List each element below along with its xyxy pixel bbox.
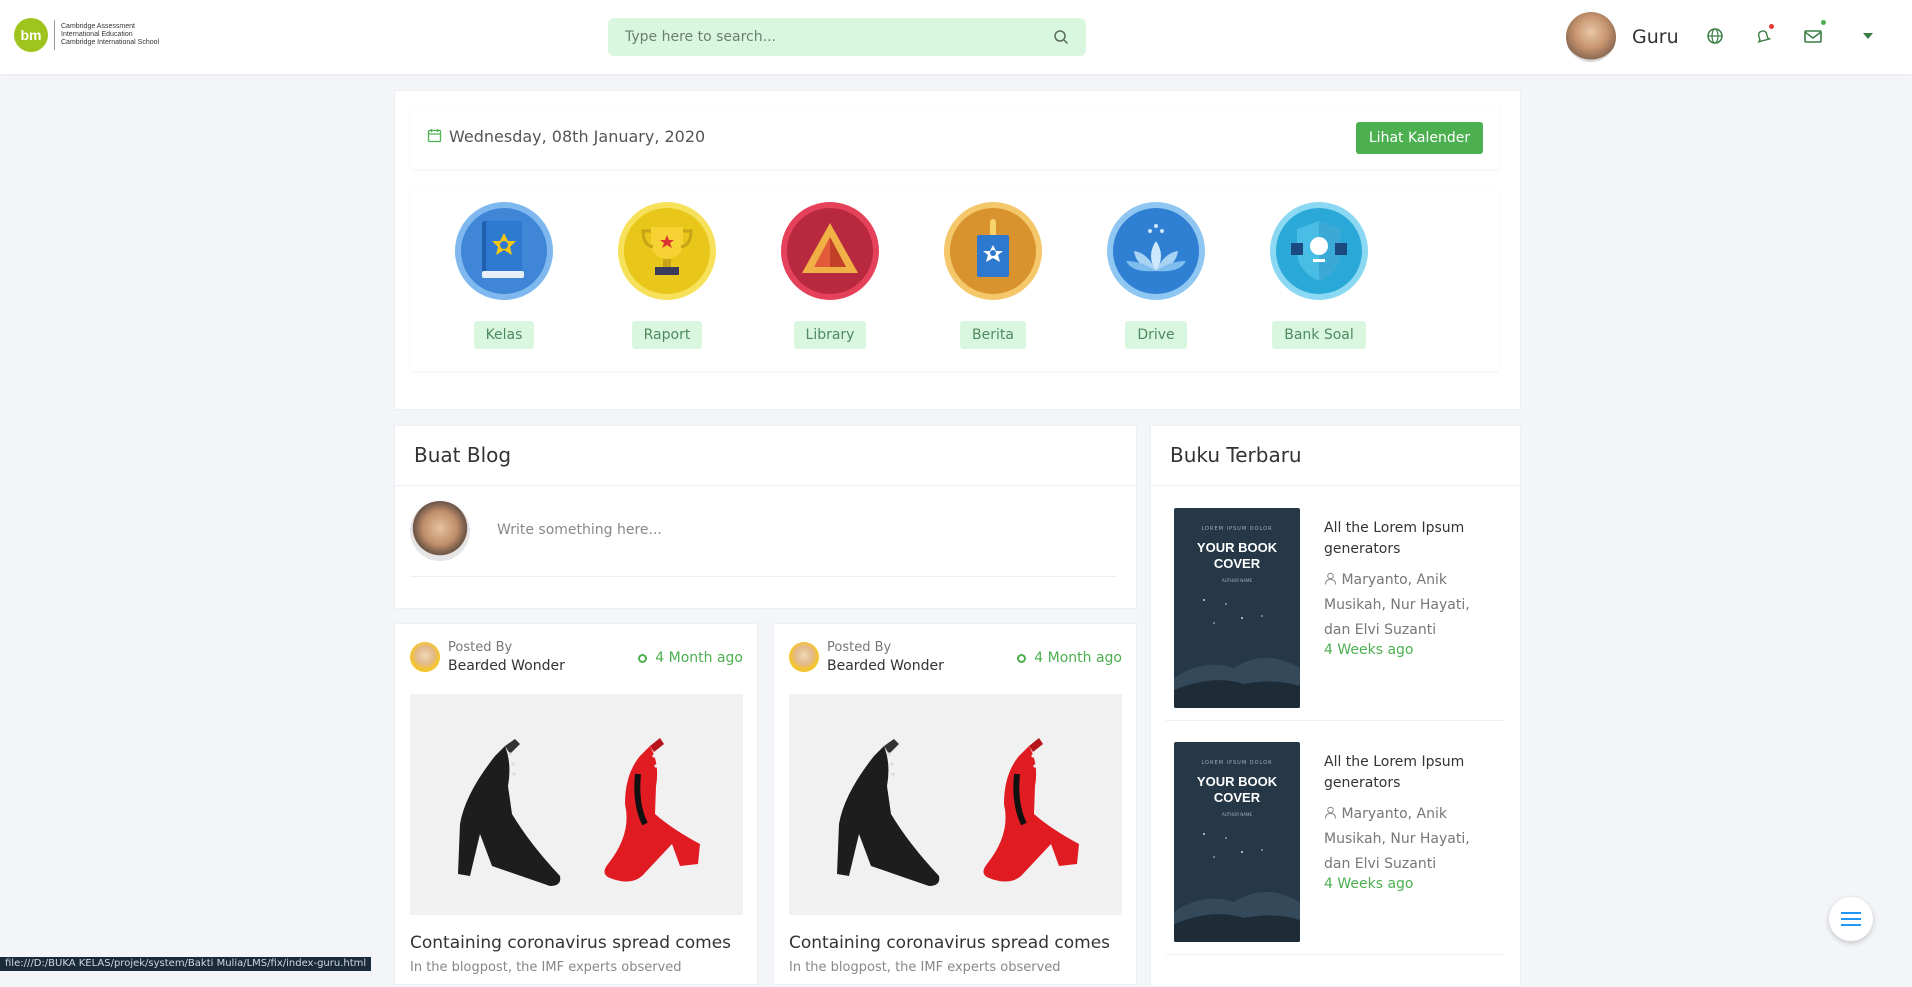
divider	[410, 576, 1116, 577]
user-icon	[1325, 572, 1336, 585]
app-drive[interactable]: Drive	[1096, 201, 1216, 349]
globe-icon[interactable]	[1703, 24, 1727, 48]
app-label-drive[interactable]: Drive	[1125, 321, 1187, 349]
view-calendar-button[interactable]: Lihat Kalender	[1356, 122, 1483, 154]
post-author[interactable]: Bearded Wonder	[448, 658, 565, 674]
app-label-kelas[interactable]: Kelas	[473, 321, 535, 349]
bell-icon[interactable]	[1751, 24, 1775, 48]
user-name[interactable]: Guru	[1632, 26, 1679, 48]
post-title[interactable]: Containing coronavirus spread comes	[410, 933, 731, 953]
post-title[interactable]: Containing coronavirus spread comes	[789, 933, 1110, 953]
book-time: 4 Weeks ago	[1324, 642, 1414, 658]
author-avatar	[789, 642, 819, 672]
blog-post-input[interactable]	[495, 521, 1099, 539]
logo-mark: bm	[14, 18, 48, 52]
app-berita[interactable]: Berita	[933, 201, 1053, 349]
books-card-title: Buku Terbaru	[1170, 443, 1302, 467]
divider	[395, 485, 1136, 486]
book-cover[interactable]: LOREM IPSUM DOLOR YOUR BOOK COVER AUTHOR…	[1174, 508, 1300, 708]
date-row: Wednesday, 08th January, 2020 Lihat Kale…	[411, 107, 1499, 169]
shield-icon	[1270, 202, 1368, 300]
cover-art	[1174, 599, 1300, 708]
blog-user-avatar	[410, 501, 470, 561]
chevron-down-icon[interactable]	[1856, 24, 1880, 48]
hamburger-icon	[1841, 912, 1861, 926]
search-input[interactable]	[623, 28, 1050, 46]
badge-icon	[944, 202, 1042, 300]
book-authors: Maryanto, Anik Musikah, Nur Hayati, dan …	[1324, 568, 1484, 643]
browser-status-bar: file:///D:/BUKA KELAS/projek/system/Bakt…	[0, 957, 372, 971]
search-bar	[608, 18, 1086, 56]
top-navbar: bm Cambridge Assessment International Ed…	[0, 0, 1912, 74]
create-blog-card: Buat Blog	[394, 425, 1137, 609]
app-kelas[interactable]: Kelas	[444, 201, 564, 349]
book-authors-text: Maryanto, Anik Musikah, Nur Hayati, dan …	[1324, 572, 1470, 638]
mail-icon[interactable]	[1801, 20, 1826, 48]
user-icon	[1325, 806, 1336, 819]
posted-by-label: Posted By	[827, 640, 892, 655]
author-avatar	[410, 642, 440, 672]
message-dot	[1821, 20, 1826, 25]
app-label-library[interactable]: Library	[793, 321, 867, 349]
app-library[interactable]: Library	[770, 201, 890, 349]
blog-card-title: Buat Blog	[414, 443, 512, 467]
user-profile[interactable]: Guru	[1566, 12, 1679, 62]
posted-by-label: Posted By	[448, 640, 513, 655]
app-label-bank-soal[interactable]: Bank Soal	[1272, 321, 1366, 349]
book-title[interactable]: All the Lorem Ipsum generators	[1324, 752, 1494, 794]
app-raport[interactable]: Raport	[607, 201, 727, 349]
book-item[interactable]: LOREM IPSUM DOLOR YOUR BOOK COVER AUTHOR…	[1166, 498, 1504, 721]
blog-post-card[interactable]: Posted By Bearded Wonder 4 Month ago Con…	[773, 623, 1137, 985]
logo-line-2: International Education	[61, 31, 133, 38]
post-excerpt: In the blogpost, the IMF experts observe…	[789, 960, 1061, 975]
post-image[interactable]	[789, 694, 1122, 915]
post-time: 4 Month ago	[1017, 650, 1122, 666]
post-author[interactable]: Bearded Wonder	[827, 658, 944, 674]
post-image[interactable]	[410, 694, 743, 915]
calendar-icon	[427, 128, 442, 147]
book-cover[interactable]: LOREM IPSUM DOLOR YOUR BOOK COVER AUTHOR…	[1174, 742, 1300, 942]
post-time: 4 Month ago	[638, 650, 743, 666]
app-label-berita[interactable]: Berita	[960, 321, 1026, 349]
book-time: 4 Weeks ago	[1324, 876, 1414, 892]
dashboard-card: Wednesday, 08th January, 2020 Lihat Kale…	[394, 90, 1521, 410]
post-excerpt: In the blogpost, the IMF experts observe…	[410, 960, 682, 975]
search-icon[interactable]	[1050, 26, 1072, 48]
trophy-icon	[618, 202, 716, 300]
book-title[interactable]: All the Lorem Ipsum generators	[1324, 518, 1494, 560]
notification-dot	[1769, 24, 1774, 29]
divider	[1151, 485, 1520, 486]
cover-art	[1174, 833, 1300, 942]
menu-fab-button[interactable]	[1829, 897, 1873, 941]
app-shortcuts: Kelas Raport Library Berita Drive Bank S…	[411, 191, 1499, 371]
user-avatar[interactable]	[1566, 12, 1616, 62]
blog-post-card[interactable]: Posted By Bearded Wonder 4 Month ago Con…	[394, 623, 758, 985]
app-bank-soal[interactable]: Bank Soal	[1259, 201, 1379, 349]
book-icon	[455, 202, 553, 300]
latest-books-card: Buku Terbaru LOREM IPSUM DOLOR YOUR BOOK…	[1150, 425, 1521, 987]
book-authors: Maryanto, Anik Musikah, Nur Hayati, dan …	[1324, 802, 1484, 877]
app-label-raport[interactable]: Raport	[631, 321, 703, 349]
book-item[interactable]: LOREM IPSUM DOLOR YOUR BOOK COVER AUTHOR…	[1166, 732, 1504, 955]
logo-divider	[54, 20, 55, 50]
logo-line-1: Cambridge Assessment	[61, 23, 135, 30]
lotus-icon	[1107, 202, 1205, 300]
triangle-icon	[781, 202, 879, 300]
current-date: Wednesday, 08th January, 2020	[449, 127, 706, 146]
school-logo[interactable]: bm Cambridge Assessment International Ed…	[14, 18, 159, 52]
logo-line-3: Cambridge International School	[61, 39, 160, 46]
logo-text: Cambridge Assessment International Educa…	[61, 23, 159, 47]
book-authors-text: Maryanto, Anik Musikah, Nur Hayati, dan …	[1324, 806, 1470, 872]
